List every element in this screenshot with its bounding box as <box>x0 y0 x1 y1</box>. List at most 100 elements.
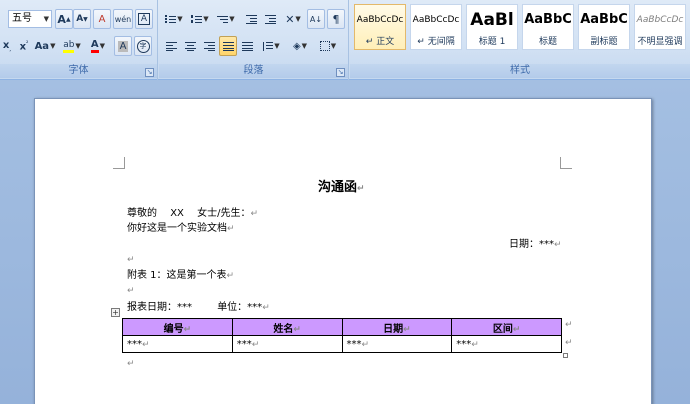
paragraph-dialog-launcher-icon[interactable]: ↘ <box>336 68 345 77</box>
borders-button[interactable]: ▼ <box>315 36 341 56</box>
grow-font-icon: A <box>57 12 66 26</box>
style-sample: AaBbCcDc <box>356 15 404 25</box>
styles-group: AaBbCcDc ↵ 正文 AaBbCcDc ↵ 无间隔 AaBl 标题 1 A… <box>350 0 690 80</box>
table-cell[interactable]: ***↵ <box>122 335 233 353</box>
document-title[interactable]: 沟通函↵ <box>318 181 365 196</box>
table-cell[interactable]: ***↵ <box>451 335 562 353</box>
justify-button[interactable] <box>219 36 237 56</box>
style-heading-1[interactable]: AaBl 标题 1 <box>466 4 518 50</box>
subscript-icon: x, <box>2 39 12 53</box>
style-name: ↵ 正文 <box>365 37 395 47</box>
shading-button[interactable]: ◈ ▼ <box>287 36 313 56</box>
line-spacing-button[interactable]: ▼ <box>258 36 284 56</box>
char-shading-button[interactable]: A <box>114 36 132 56</box>
table-cell[interactable]: ***↵ <box>341 335 453 353</box>
style-sample: AaBbCcDc <box>636 15 684 25</box>
ribbon: 五号 ▼ A ▲ A ▼ A wén A x, x² Aa ▼ ab ▼ A ▼… <box>0 0 690 80</box>
report-meta-line[interactable]: 报表日期：*** 单位：***↵ <box>127 301 270 315</box>
paragraph-group: ▼ ▼ ▼ ✕ ▼ A↓ ¶ ▼ ◈ ▼ ▼ 段落 ↘ <box>159 0 349 80</box>
borders-icon <box>319 41 330 51</box>
style-title[interactable]: AaBbC 标题 <box>522 4 574 50</box>
subscript-button[interactable]: x, <box>0 36 14 56</box>
numbering-button[interactable]: ▼ <box>188 9 212 29</box>
attachment-label[interactable]: 附表 1：这是第一个表↵ <box>127 269 234 283</box>
clear-format-icon: A <box>98 13 106 25</box>
style-normal[interactable]: AaBbCcDc ↵ 正文 <box>354 4 406 50</box>
increase-indent-icon <box>264 14 276 24</box>
paragraph-group-label: 段落 <box>159 64 348 78</box>
paragraph-mark: ↵ <box>127 255 135 265</box>
change-case-icon: Aa <box>34 40 50 52</box>
line-spacing-icon <box>262 41 274 51</box>
date-line[interactable]: 日期：***↵ <box>509 238 562 252</box>
table-header-row: 编号↵ 姓名↵ 日期↵ 区间↵ <box>122 318 562 336</box>
style-subtitle[interactable]: AaBbC 副标题 <box>578 4 630 50</box>
row-end-mark: ↵ <box>565 338 573 348</box>
table-cell[interactable]: ***↵ <box>231 335 343 353</box>
font-dialog-launcher-icon[interactable]: ↘ <box>145 68 154 77</box>
align-left-button[interactable] <box>162 36 180 56</box>
justify-icon <box>222 41 234 51</box>
distribute-icon <box>241 41 253 51</box>
change-case-button[interactable]: Aa ▼ <box>34 36 56 56</box>
multilevel-list-button[interactable]: ▼ <box>214 9 238 29</box>
table-header-cell[interactable]: 编号↵ <box>122 318 233 336</box>
paragraph-mark: ↵ <box>127 286 135 296</box>
data-table[interactable]: 编号↵ 姓名↵ 日期↵ 区间↵ ***↵ ***↵ ***↵ ***↵ <box>122 318 562 353</box>
style-sample: AaBbC <box>580 12 628 27</box>
table-row: ***↵ ***↵ ***↵ ***↵ <box>122 335 562 353</box>
distribute-button[interactable] <box>238 36 256 56</box>
font-group-label: 字体 <box>0 64 157 78</box>
unit: 单位：*** <box>217 302 263 313</box>
phonetic-guide-button[interactable]: wén <box>113 9 133 29</box>
body-line[interactable]: 你好这是一个实验文档↵ <box>127 222 235 236</box>
style-sample: AaBbC <box>524 12 572 27</box>
style-no-spacing[interactable]: AaBbCcDc ↵ 无间隔 <box>410 4 462 50</box>
table-header-cell[interactable]: 区间↵ <box>451 318 562 336</box>
shrink-font-icon: A <box>76 14 84 24</box>
asian-layout-button[interactable]: ✕ ▼ <box>281 9 305 29</box>
style-subtle-emphasis[interactable]: AaBbCcDc 不明显强调 <box>634 4 686 50</box>
table-move-handle-icon[interactable]: + <box>111 308 120 317</box>
font-size-dropdown[interactable]: 五号 ▼ <box>8 10 52 28</box>
font-group: 五号 ▼ A ▲ A ▼ A wén A x, x² Aa ▼ ab ▼ A ▼… <box>0 0 158 80</box>
name-placeholder: XX <box>170 208 184 219</box>
increase-indent-button[interactable] <box>261 9 279 29</box>
align-right-button[interactable] <box>200 36 218 56</box>
style-name: 标题 1 <box>478 37 506 47</box>
row-end-mark: ↵ <box>565 320 573 330</box>
align-center-button[interactable] <box>181 36 199 56</box>
salutation-suffix: 女士/先生： <box>197 208 251 219</box>
shrink-font-button[interactable]: A ▼ <box>73 9 91 29</box>
clear-format-button[interactable]: A <box>93 9 111 29</box>
table-resize-handle[interactable] <box>563 353 568 358</box>
highlight-icon: ab <box>63 40 75 53</box>
enclose-char-button[interactable]: 字 <box>134 36 152 56</box>
document-page[interactable]: 沟通函↵ 尊敬的 XX 女士/先生：↵ 你好这是一个实验文档↵ 日期：***↵ … <box>34 98 652 404</box>
char-border-button[interactable]: A <box>135 9 153 29</box>
char-border-icon: A <box>137 13 151 25</box>
salutation-line[interactable]: 尊敬的 XX 女士/先生：↵ <box>127 207 258 221</box>
show-marks-button[interactable]: ¶ <box>327 9 345 29</box>
style-name: 不明显强调 <box>637 37 683 47</box>
bullets-icon <box>165 14 177 24</box>
table-header-cell[interactable]: 日期↵ <box>341 318 453 336</box>
superscript-icon: x² <box>19 39 29 53</box>
superscript-button[interactable]: x² <box>16 36 32 56</box>
decrease-indent-button[interactable] <box>242 9 260 29</box>
margin-corner-mark <box>560 157 572 169</box>
salutation-prefix: 尊敬的 <box>127 208 157 219</box>
sort-icon: A↓ <box>309 14 323 24</box>
style-sample: AaBbCcDc <box>412 15 460 25</box>
margin-corner-mark <box>113 157 125 169</box>
grow-font-button[interactable]: A ▲ <box>55 9 73 29</box>
align-right-icon <box>203 41 215 51</box>
bullets-button[interactable]: ▼ <box>162 9 186 29</box>
highlight-button[interactable]: ab ▼ <box>60 36 84 56</box>
table-header-cell[interactable]: 姓名↵ <box>231 318 343 336</box>
phonetic-guide-icon: wén <box>114 14 132 24</box>
sort-button[interactable]: A↓ <box>307 9 325 29</box>
font-color-button[interactable]: A ▼ <box>86 36 110 56</box>
decrease-indent-icon <box>245 14 257 24</box>
style-name: 副标题 <box>590 37 618 47</box>
